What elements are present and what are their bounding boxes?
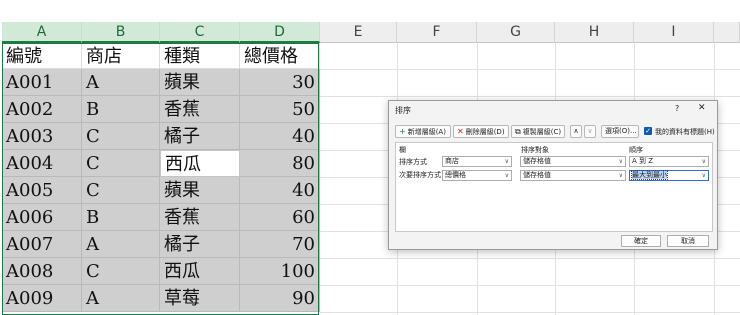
sort-on-combo[interactable]: 儲存格值 ∨ bbox=[520, 170, 626, 181]
copy-icon: ⧉ bbox=[515, 127, 521, 136]
chevron-down-icon: ∨ bbox=[504, 158, 509, 165]
copy-level-button[interactable]: ⧉ 複製層級(C) bbox=[511, 125, 565, 138]
table-cell[interactable]: 70 bbox=[240, 231, 320, 258]
table-cell[interactable]: 40 bbox=[240, 123, 320, 150]
table-cell[interactable]: A001 bbox=[2, 69, 82, 96]
active-cell[interactable]: 西瓜 bbox=[160, 150, 240, 177]
table-cell[interactable]: 80 bbox=[240, 150, 320, 177]
chevron-down-icon: ∨ bbox=[618, 158, 623, 165]
table-cell[interactable]: 草莓 bbox=[160, 285, 240, 312]
column-value: 總價格 bbox=[445, 171, 466, 179]
header-cell-type[interactable]: 種類 bbox=[160, 43, 240, 69]
column-combo[interactable]: 商店 ∨ bbox=[442, 156, 512, 167]
column-header-g[interactable]: G bbox=[477, 22, 555, 43]
sort-on-heading: 排序對象 bbox=[521, 146, 549, 154]
column-heading: 欄 bbox=[399, 146, 406, 154]
sort-dialog: 排序 ? ✕ + 新增層級(A) ✕ 刪除層級(D) ⧉ 複製層級(C) ∧ ∨ 選項… bbox=[388, 100, 718, 250]
cancel-button[interactable]: 取消 bbox=[667, 235, 709, 247]
chevron-down-icon: ∨ bbox=[618, 172, 623, 179]
order-combo[interactable]: A 到 Z ∨ bbox=[629, 156, 709, 167]
table-cell[interactable]: 香蕉 bbox=[160, 204, 240, 231]
column-header-b[interactable]: B bbox=[82, 22, 160, 43]
order-value: A 到 Z bbox=[632, 157, 654, 165]
table-cell[interactable]: 60 bbox=[240, 204, 320, 231]
has-headers-label: 我的資料有標題(H) bbox=[655, 128, 715, 136]
chevron-down-icon: ∨ bbox=[701, 172, 706, 179]
chevron-down-icon: ∨ bbox=[504, 172, 509, 179]
order-value: 最大到最小 bbox=[631, 170, 668, 180]
table-cell[interactable]: B bbox=[82, 96, 160, 123]
table-cell[interactable]: 30 bbox=[240, 69, 320, 96]
copy-level-label: 複製層級(C) bbox=[522, 128, 562, 136]
options-button[interactable]: 選項(O)... bbox=[601, 125, 639, 138]
sort-on-value: 儲存格值 bbox=[523, 171, 551, 179]
table-cell[interactable]: 蘋果 bbox=[160, 177, 240, 204]
delete-x-icon: ✕ bbox=[457, 127, 464, 136]
order-heading: 順序 bbox=[629, 146, 643, 154]
column-combo[interactable]: 總價格 ∨ bbox=[442, 170, 512, 181]
table-cell[interactable]: A004 bbox=[2, 150, 82, 177]
table-cell[interactable]: C bbox=[82, 150, 160, 177]
table-cell[interactable]: A bbox=[82, 231, 160, 258]
table-cell[interactable]: 西瓜 bbox=[160, 258, 240, 285]
table-cell[interactable]: 香蕉 bbox=[160, 96, 240, 123]
header-cell-store[interactable]: 商店 bbox=[82, 43, 160, 69]
header-cell-total[interactable]: 總價格 bbox=[240, 43, 320, 69]
table-cell[interactable]: B bbox=[82, 204, 160, 231]
help-icon[interactable]: ? bbox=[675, 104, 679, 113]
table-cell[interactable]: A bbox=[82, 69, 160, 96]
column-header-i[interactable]: I bbox=[634, 22, 714, 43]
table-cell[interactable]: 100 bbox=[240, 258, 320, 285]
move-down-button[interactable]: ∨ bbox=[584, 125, 596, 138]
sort-on-value: 儲存格值 bbox=[523, 157, 551, 165]
plus-icon: + bbox=[399, 127, 406, 136]
table-cell[interactable]: C bbox=[82, 258, 160, 285]
order-combo[interactable]: 最大到最小 ∨ bbox=[629, 170, 709, 181]
table-cell[interactable]: A003 bbox=[2, 123, 82, 150]
column-header-h[interactable]: H bbox=[555, 22, 634, 43]
delete-level-label: 刪除層級(D) bbox=[465, 128, 505, 136]
sort-levels-list: 欄 排序對象 順序 排序方式 商店 ∨ 儲存格值 ∨ A 到 Z ∨ 次要排序方式 總… bbox=[395, 142, 713, 232]
table-cell[interactable]: 橘子 bbox=[160, 123, 240, 150]
table-cell[interactable]: A009 bbox=[2, 285, 82, 312]
table-cell[interactable]: C bbox=[82, 123, 160, 150]
dialog-title: 排序 bbox=[395, 106, 411, 115]
column-header-d[interactable]: D bbox=[240, 22, 320, 43]
table-cell[interactable]: 蘋果 bbox=[160, 69, 240, 96]
move-up-button[interactable]: ∧ bbox=[570, 125, 582, 138]
table-cell[interactable]: A006 bbox=[2, 204, 82, 231]
column-header-c[interactable]: C bbox=[160, 22, 240, 43]
column-header-f[interactable]: F bbox=[397, 22, 477, 43]
sort-on-combo[interactable]: 儲存格值 ∨ bbox=[520, 156, 626, 167]
level-label: 排序方式 bbox=[399, 158, 427, 166]
level-label: 次要排序方式 bbox=[399, 171, 441, 179]
table-cell[interactable]: A008 bbox=[2, 258, 82, 285]
add-level-label: 新增層級(A) bbox=[407, 128, 446, 136]
table-cell[interactable]: 40 bbox=[240, 177, 320, 204]
table-cell[interactable]: A002 bbox=[2, 96, 82, 123]
table-cell[interactable]: 90 bbox=[240, 285, 320, 312]
table-cell[interactable]: 50 bbox=[240, 96, 320, 123]
column-value: 商店 bbox=[445, 157, 459, 165]
table-cell[interactable]: 橘子 bbox=[160, 231, 240, 258]
column-header-e[interactable]: E bbox=[320, 22, 397, 43]
has-headers-checkbox[interactable]: ✓ bbox=[644, 127, 652, 135]
add-level-button[interactable]: + 新增層級(A) bbox=[395, 125, 451, 138]
column-header-a[interactable]: A bbox=[2, 22, 82, 43]
delete-level-button[interactable]: ✕ 刪除層級(D) bbox=[453, 125, 509, 138]
chevron-down-icon: ∨ bbox=[701, 158, 706, 165]
table-cell[interactable]: A bbox=[82, 285, 160, 312]
column-header-j[interactable] bbox=[714, 22, 740, 43]
table-cell[interactable]: C bbox=[82, 177, 160, 204]
header-cell-id[interactable]: 編號 bbox=[2, 43, 82, 69]
table-cell[interactable]: A005 bbox=[2, 177, 82, 204]
table-cell[interactable]: A007 bbox=[2, 231, 82, 258]
close-icon[interactable]: ✕ bbox=[698, 103, 706, 113]
ok-button[interactable]: 確定 bbox=[621, 235, 661, 247]
